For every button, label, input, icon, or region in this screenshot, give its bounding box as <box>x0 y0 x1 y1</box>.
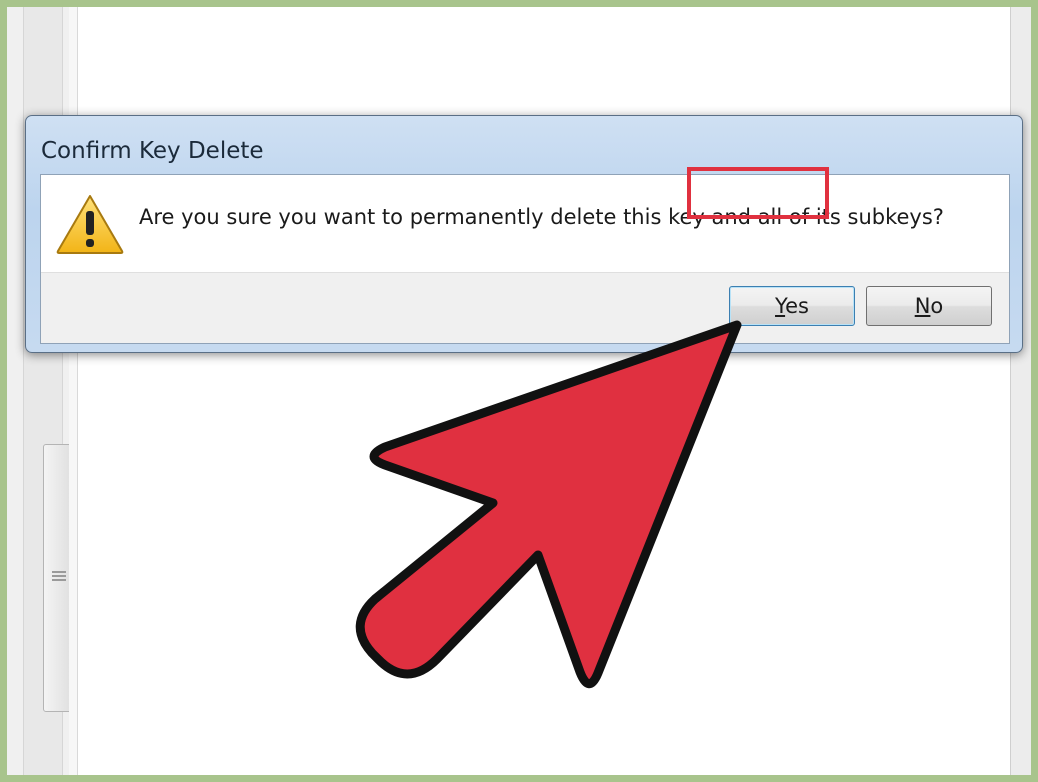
no-label: o <box>930 294 944 318</box>
no-button[interactable]: No <box>866 286 992 326</box>
yes-button[interactable]: Yes <box>729 286 855 326</box>
dialog-title: Confirm Key Delete <box>41 138 264 164</box>
yes-accel-label: Y <box>775 294 786 318</box>
grip-icon <box>52 571 66 585</box>
confirm-dialog: Confirm Key Delete Are you sure you want… <box>25 115 1023 353</box>
warning-icon <box>56 195 124 254</box>
dialog-body: Are you sure you want to permanently del… <box>40 174 1010 344</box>
yes-label: es <box>785 294 809 318</box>
yes-highlight-box <box>687 167 829 219</box>
screenshot-frame: Confirm Key Delete Are you sure you want… <box>0 0 1038 782</box>
button-bar: Yes No <box>41 272 1009 343</box>
no-accel-label: N <box>914 294 931 318</box>
